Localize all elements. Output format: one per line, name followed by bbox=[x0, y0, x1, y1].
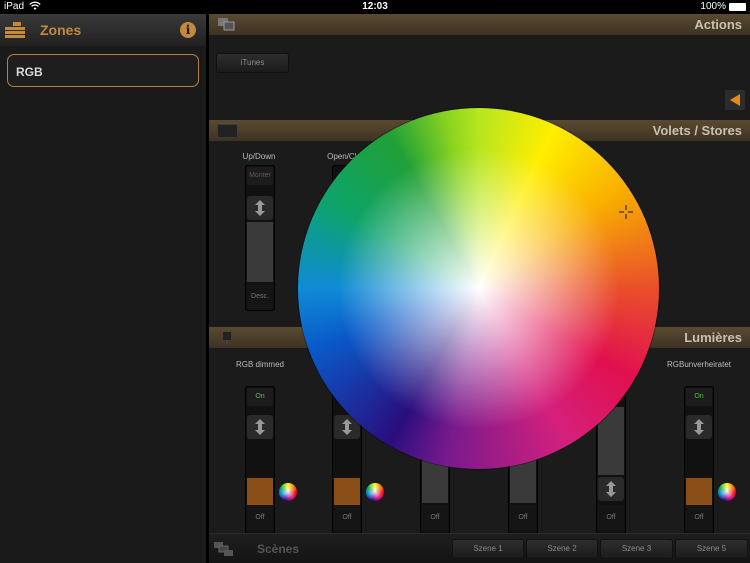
updown-arrow-icon[interactable] bbox=[247, 415, 273, 439]
itunes-button[interactable]: iTunes bbox=[216, 53, 289, 73]
light-slider[interactable]: On Off bbox=[245, 386, 275, 534]
light-on-label: On bbox=[686, 388, 712, 406]
color-wheel-icon[interactable] bbox=[366, 483, 384, 501]
back-arrow-button[interactable] bbox=[725, 90, 745, 110]
scene-3-button[interactable]: Szene 3 bbox=[600, 539, 673, 559]
status-bar: iPad 12:03 100% bbox=[0, 0, 750, 14]
light-off-label: Off bbox=[686, 505, 712, 531]
blind-level-fill bbox=[247, 222, 273, 282]
color-wheel-icon[interactable] bbox=[718, 483, 736, 501]
updown-label: Up/Down bbox=[242, 152, 276, 161]
battery-percent: 100% bbox=[700, 1, 726, 12]
house-list-icon bbox=[5, 22, 25, 38]
actions-icon bbox=[218, 18, 235, 31]
blinds-icon bbox=[217, 123, 237, 138]
updown-arrow-icon[interactable] bbox=[247, 196, 273, 220]
blind-slider[interactable]: Monter Desc. bbox=[245, 165, 275, 311]
scenes-bar: Scènes Szene 1 Szene 2 Szene 3 Szene 5 bbox=[209, 533, 750, 563]
actions-title: Actions bbox=[694, 17, 742, 32]
scenes-icon bbox=[214, 542, 233, 556]
scene-5-button[interactable]: Szene 5 bbox=[675, 539, 748, 559]
battery-icon bbox=[729, 3, 746, 11]
light-on-label: On bbox=[247, 388, 273, 406]
zones-panel: Zones i RGB bbox=[0, 14, 206, 563]
light-off-label: Off bbox=[247, 505, 273, 531]
scene-2-button[interactable]: Szene 2 bbox=[526, 539, 598, 559]
scene-1-button[interactable]: Szene 1 bbox=[452, 539, 524, 559]
zones-header: Zones i bbox=[0, 14, 206, 46]
blind-up-label: Monter bbox=[247, 167, 273, 185]
zone-item-label: RGB bbox=[16, 65, 43, 79]
light-off-label: Off bbox=[422, 505, 448, 531]
light-label-rgbunverheiratet: RGBunverheiratet bbox=[666, 360, 732, 369]
left-triangle-icon bbox=[730, 94, 740, 106]
volets-title: Volets / Stores bbox=[652, 123, 742, 138]
lamp-icon bbox=[223, 332, 231, 344]
light-off-label: Off bbox=[510, 505, 536, 531]
clock: 12:03 bbox=[362, 1, 388, 12]
blind-down-label: Desc. bbox=[247, 284, 273, 310]
zones-title: Zones bbox=[40, 22, 82, 38]
light-off-label: Off bbox=[334, 505, 360, 531]
info-icon[interactable]: i bbox=[180, 22, 196, 38]
updown-arrow-icon[interactable] bbox=[598, 477, 624, 501]
actions-header: Actions bbox=[209, 14, 750, 35]
color-wheel-picker[interactable] bbox=[298, 108, 659, 469]
scenes-title: Scènes bbox=[257, 542, 300, 556]
light-label-rgb-dimmed: RGB dimmed bbox=[235, 360, 284, 369]
light-slider[interactable]: On Off bbox=[684, 386, 714, 534]
zone-item-rgb[interactable]: RGB bbox=[7, 54, 199, 87]
updown-arrow-icon[interactable] bbox=[686, 415, 712, 439]
color-wheel-icon[interactable] bbox=[279, 483, 297, 501]
lumieres-title: Lumières bbox=[684, 330, 742, 345]
light-off-label: Off bbox=[598, 505, 624, 531]
crosshair-icon[interactable] bbox=[619, 205, 633, 219]
